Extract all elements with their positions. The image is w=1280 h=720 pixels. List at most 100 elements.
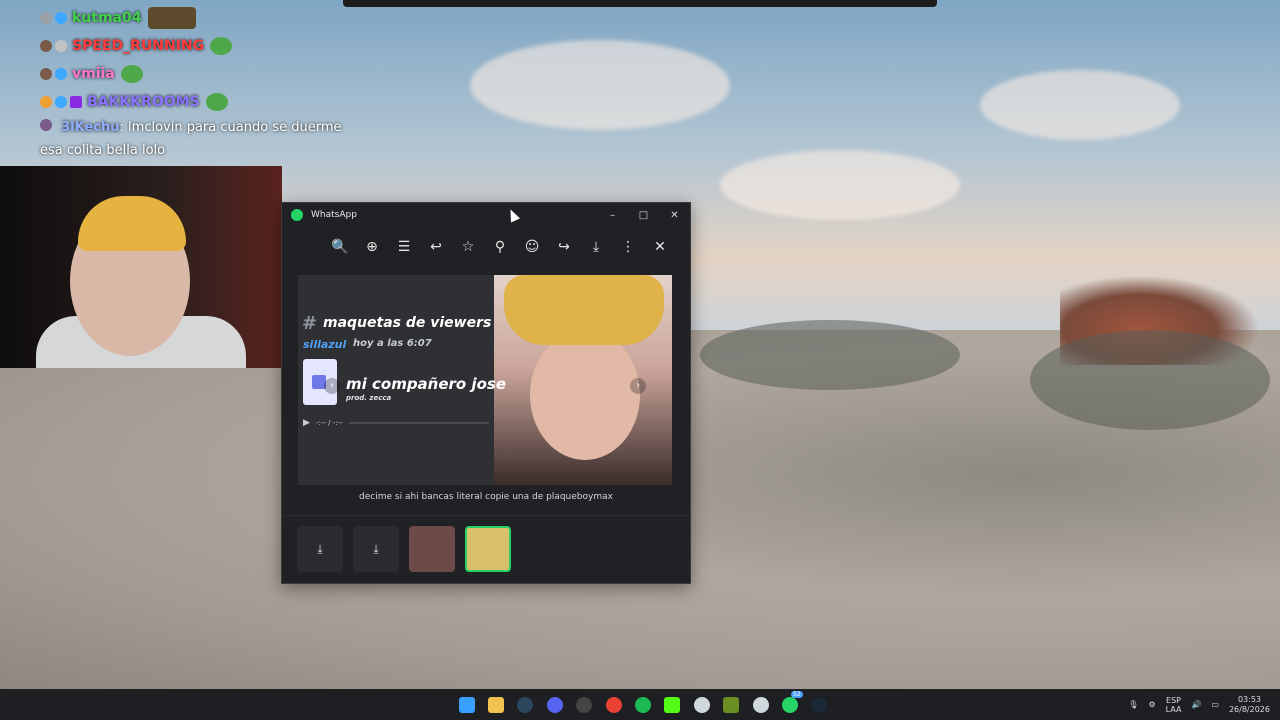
chat-username: vmiia — [72, 66, 115, 82]
media-thumbnail-strip: ⤓ ⤓ — [282, 515, 690, 582]
poster-username: sillazul — [303, 338, 347, 351]
chat-message: kutma04 — [40, 4, 340, 32]
close-viewer-icon[interactable]: ✕ — [644, 239, 676, 255]
reply-icon[interactable]: ↩ — [420, 239, 452, 255]
microphone-icon[interactable]: 🎙 — [1128, 700, 1138, 709]
language-code: ESP — [1166, 695, 1182, 705]
play-icon[interactable]: ▶ — [303, 418, 310, 428]
spotify-icon — [635, 696, 652, 713]
taskbar-spotify[interactable] — [628, 689, 657, 720]
badge-icon — [40, 96, 52, 108]
player-progress[interactable] — [348, 422, 489, 424]
zoom-in-icon[interactable]: ⊕ — [356, 239, 388, 255]
cloud — [720, 150, 960, 220]
notification-badge: 52 — [791, 691, 803, 698]
start-button[interactable] — [452, 689, 481, 720]
maximize-button[interactable]: □ — [628, 210, 659, 221]
more-options-icon[interactable]: ⋮ — [612, 239, 644, 255]
chat-message: SPEED_RUNNING — [40, 32, 340, 60]
chat-username: SPEED_RUNNING — [72, 38, 205, 54]
chat-text: esa colita bella lolo — [40, 143, 166, 158]
pepe-emote-icon — [120, 65, 143, 83]
song-producer: prod. zecca — [346, 394, 392, 402]
taskbar-whatsapp[interactable]: 52 — [775, 689, 804, 720]
taskbar-apps: 52 — [452, 689, 834, 720]
taskbar: 52 🎙 ⚙ ESP LAA 🔊 ▭ 03:53 26/8/2026 — [0, 689, 1280, 720]
whatsapp-window[interactable]: WhatsApp – □ ✕ 🔍 ⊕ ☰ ↩ ☆ ⚲ ☺ ↪ ⤓ ⋮ ✕ # m… — [281, 202, 691, 584]
cloud — [980, 70, 1180, 140]
close-window-button[interactable]: ✕ — [659, 210, 690, 221]
thumbnail-download[interactable]: ⤓ — [297, 526, 343, 572]
star-icon[interactable]: ☆ — [452, 239, 484, 255]
taskbar-kick[interactable] — [658, 689, 687, 720]
pin-icon[interactable]: ⚲ — [484, 239, 516, 255]
ccleaner-icon — [693, 696, 710, 713]
taskbar-ccleaner[interactable] — [687, 689, 716, 720]
taskbar-file-explorer[interactable] — [481, 689, 510, 720]
whatsapp-logo-icon — [291, 209, 303, 221]
system-tray: 🎙 ⚙ ESP LAA 🔊 ▭ 03:53 26/8/2026 — [1118, 689, 1270, 720]
channel-hash-icon: # — [302, 313, 318, 334]
folder-icon — [488, 696, 505, 713]
badge-icon — [40, 12, 52, 24]
channel-name: maquetas de viewers — [323, 315, 492, 331]
chat-message: 3lKechu: lmclovin para cuando se duerme … — [40, 119, 342, 158]
clock[interactable]: 03:53 26/8/2026 — [1229, 695, 1270, 715]
taskbar-steam[interactable] — [511, 689, 540, 720]
chat-message: vmiia — [40, 60, 340, 88]
taskbar-chrome[interactable] — [599, 689, 628, 720]
react-emoji-icon[interactable]: ☺ — [516, 239, 548, 255]
thumbnail-download[interactable]: ⤓ — [353, 526, 399, 572]
video-person-beanie — [504, 275, 664, 345]
window-controls: – □ ✕ — [597, 210, 690, 221]
tray-settings-icon[interactable]: ⚙ — [1148, 700, 1155, 709]
volume-icon[interactable]: 🔊 — [1191, 700, 1201, 709]
download-icon[interactable]: ⤓ — [580, 239, 612, 255]
steam-icon — [517, 696, 534, 713]
badge-icon — [40, 119, 52, 131]
clock-date: 26/8/2026 — [1228, 704, 1270, 714]
download-icon: ⤓ — [317, 541, 323, 556]
webcam-feed — [0, 166, 282, 368]
steam-icon — [811, 696, 828, 713]
prev-arrow-icon[interactable]: ‹ — [324, 378, 340, 394]
thumbnail-image[interactable] — [409, 526, 455, 572]
chat-username: BAKKKROOMS — [87, 94, 200, 110]
language-indicator[interactable]: ESP LAA — [1166, 696, 1182, 714]
badge-icon — [55, 12, 67, 24]
minecraft-icon — [723, 696, 740, 713]
windows-logo-icon — [458, 696, 475, 713]
player-time: -:-- / -:-- — [315, 419, 343, 427]
chat-message: BAKKKROOMS — [40, 88, 340, 116]
chrome-icon — [605, 696, 622, 713]
discord-icon — [546, 696, 563, 713]
audio-player[interactable]: ▶ -:-- / -:-- — [303, 417, 489, 429]
media-caption: decime si ahi bancas literal copie una d… — [359, 492, 613, 502]
taskbar-ccleaner-2[interactable] — [746, 689, 775, 720]
cloud — [470, 40, 730, 130]
thumbnail-selected[interactable] — [465, 526, 511, 572]
badge-icon — [55, 40, 67, 52]
go-to-message-icon[interactable]: ☰ — [388, 239, 420, 255]
taskbar-discord[interactable] — [540, 689, 569, 720]
battery-icon[interactable]: ▭ — [1211, 700, 1219, 709]
badge-icon — [40, 40, 52, 52]
media-preview[interactable]: # maquetas de viewers sillazul hoy a las… — [298, 275, 672, 485]
badge-icon — [55, 68, 67, 80]
taskbar-obs[interactable] — [570, 689, 599, 720]
pepe-emote-icon — [210, 37, 233, 55]
title-bar[interactable]: WhatsApp – □ ✕ — [282, 203, 690, 227]
song-title: mi compañero jose — [346, 375, 507, 393]
video-person-face — [530, 330, 640, 460]
zoom-out-icon[interactable]: 🔍 — [324, 239, 356, 255]
badge-icon — [40, 68, 52, 80]
chat-username: kutma04 — [72, 10, 142, 26]
minimize-button[interactable]: – — [597, 210, 628, 221]
taskbar-minecraft[interactable] — [717, 689, 746, 720]
window-edge[interactable] — [343, 0, 937, 7]
post-time: hoy a las 6:07 — [353, 338, 432, 349]
forward-icon[interactable]: ↪ — [548, 239, 580, 255]
taskbar-steam-2[interactable] — [805, 689, 834, 720]
badge-icon — [70, 96, 82, 108]
next-arrow-icon[interactable]: › — [630, 378, 646, 394]
